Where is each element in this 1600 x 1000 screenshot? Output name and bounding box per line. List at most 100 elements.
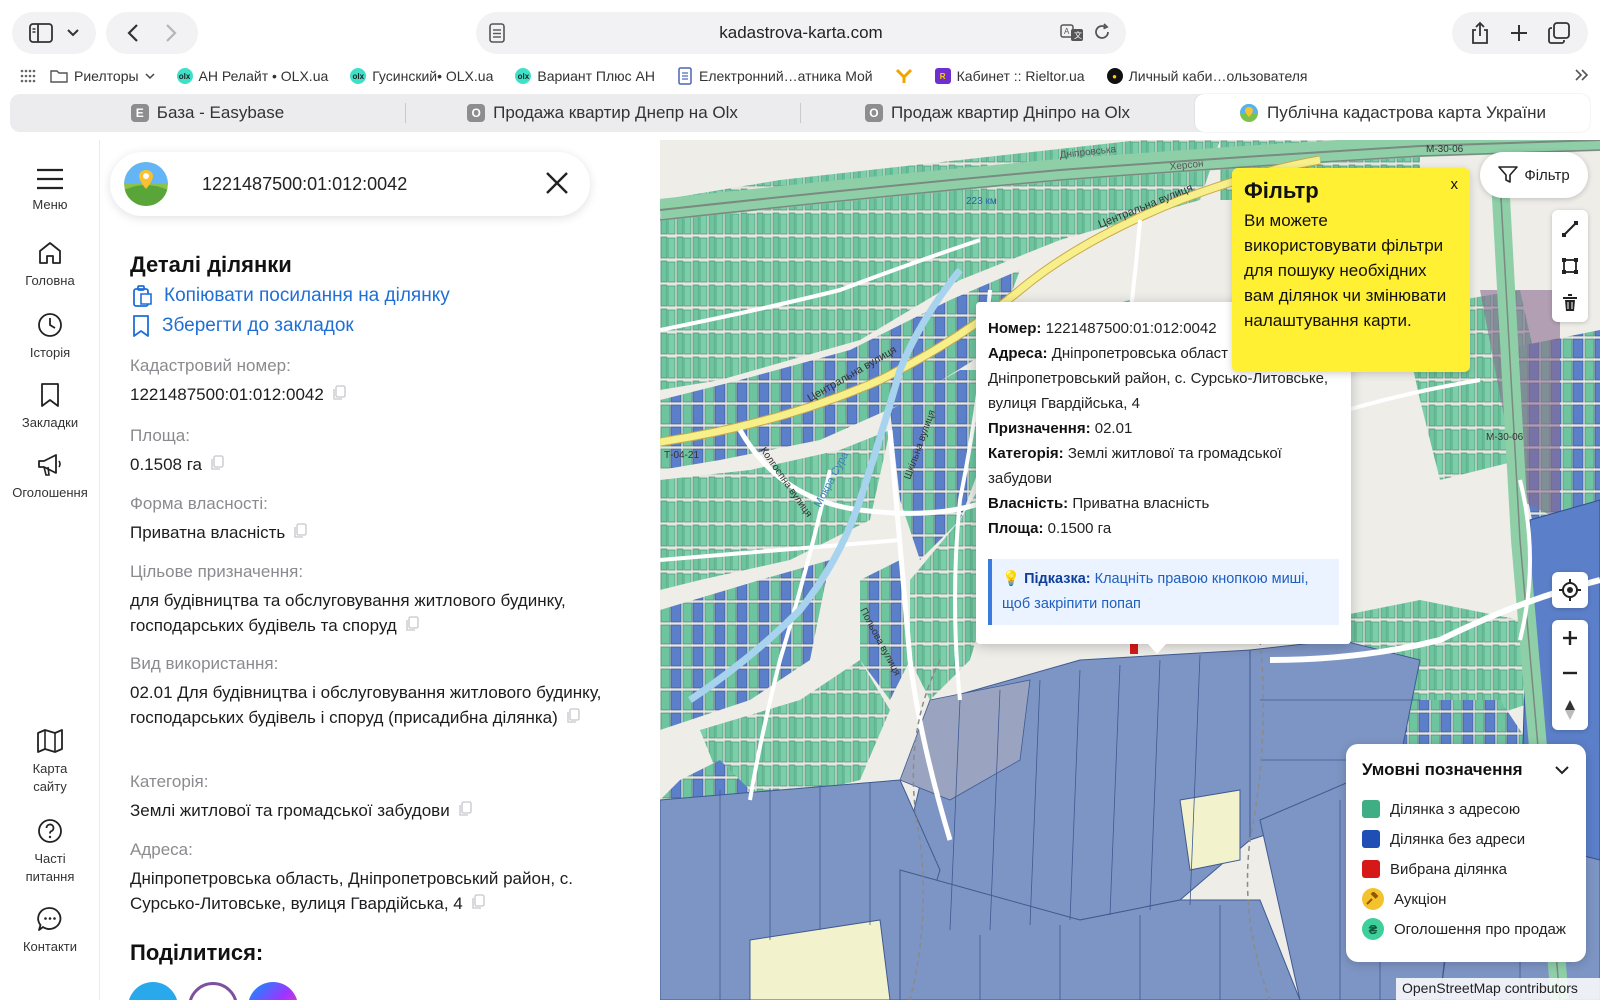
address-bar-actions: A文 xyxy=(1060,22,1112,42)
field-address: Адреса: Дніпропетровська область, Дніпро… xyxy=(130,840,630,917)
legend-item-auction: Аукціон xyxy=(1362,884,1570,914)
browser-toolbar: kadastrova-karta.com A文 xyxy=(0,0,1600,64)
rail-home[interactable]: Головна xyxy=(0,240,100,290)
copy-icon[interactable] xyxy=(210,453,224,478)
copy-icon[interactable] xyxy=(471,892,485,917)
search-input[interactable]: 1221487500:01:012:0042 xyxy=(202,174,407,195)
draw-line-icon[interactable] xyxy=(1561,220,1579,238)
viber-share-button[interactable] xyxy=(188,982,238,1000)
page-menu-icon[interactable] xyxy=(488,23,506,43)
svg-text:A: A xyxy=(1064,27,1070,36)
crosshair-icon xyxy=(1559,579,1581,601)
hryvnia-icon: ₴ xyxy=(1362,918,1384,940)
details-title: Деталі ділянки xyxy=(130,252,292,277)
chevron-down-icon[interactable] xyxy=(1554,765,1570,775)
map-label-m3006: М-30-06 xyxy=(1426,144,1464,155)
copy-icon[interactable] xyxy=(566,706,580,731)
bookmark-item[interactable]: olx АН Релайт • OLX.ua xyxy=(176,68,328,84)
tooltip-close-button[interactable]: x xyxy=(1451,176,1459,193)
bookmark-folder-realtors[interactable]: Риелторы xyxy=(50,68,155,84)
field-usage-type: Вид використання: 02.01 Для будівництва … xyxy=(130,654,630,731)
funnel-icon xyxy=(1498,166,1519,184)
bookmark-item[interactable]: Електронний…атника Мой xyxy=(677,67,873,85)
legend-item-sale: ₴ Оголошення про продаж xyxy=(1362,914,1570,944)
sidebar-icon[interactable] xyxy=(28,23,53,43)
copy-icon[interactable] xyxy=(332,383,346,408)
copy-icon[interactable] xyxy=(405,614,419,639)
new-tab-icon[interactable] xyxy=(1509,23,1529,43)
home-icon xyxy=(37,240,63,266)
rail-contacts[interactable]: Контакти xyxy=(0,906,100,956)
bookmark-item[interactable]: R Кабинет :: Rieltor.ua xyxy=(934,68,1085,84)
navigation-group xyxy=(106,12,198,54)
legend-swatch xyxy=(1362,830,1380,848)
url-text[interactable]: kadastrova-karta.com xyxy=(719,23,882,43)
lightbulb-icon: 💡 xyxy=(1002,571,1021,587)
hammer-icon xyxy=(1362,888,1384,910)
circle-logo-icon: ● xyxy=(1106,68,1123,84)
drawing-tools xyxy=(1552,210,1588,322)
clock-icon xyxy=(37,312,63,338)
parcel-details-panel: 1221487500:01:012:0042 Деталі ділянки Ко… xyxy=(100,140,660,1000)
tab-olx-dnepr[interactable]: O Продажа квартир Днепр на Olx xyxy=(405,94,800,132)
field-cadastral-number: Кадастровий номер: 1221487500:01:012:004… xyxy=(130,356,630,408)
olx-icon: olx xyxy=(176,68,193,84)
more-bookmarks-icon[interactable] xyxy=(1574,68,1590,82)
tab-olx-dnipro[interactable]: O Продаж квартир Дніпро на Olx xyxy=(800,94,1195,132)
back-icon[interactable] xyxy=(126,23,140,43)
tab-bar: E База - Easybase O Продажа квартир Днеп… xyxy=(10,94,1590,132)
save-bookmark-button[interactable]: Зберегти до закладок xyxy=(130,314,354,338)
rail-bookmarks[interactable]: Закладки xyxy=(0,382,100,432)
translate-icon[interactable]: A文 xyxy=(1060,22,1084,42)
bookmark-item[interactable]: olx Гусинский• OLX.ua xyxy=(350,68,493,84)
tab-overview-icon[interactable] xyxy=(1548,22,1571,44)
tab-easybase[interactable]: E База - Easybase xyxy=(10,94,405,132)
draw-polygon-icon[interactable] xyxy=(1561,257,1579,275)
filter-tooltip: x Фільтр Ви можете використовувати фільт… xyxy=(1232,168,1470,372)
site-logo-icon xyxy=(124,162,168,206)
olx-icon: olx xyxy=(350,68,367,84)
sidebar-toggle-group[interactable] xyxy=(12,12,96,54)
filter-button[interactable]: Фільтр xyxy=(1480,152,1588,198)
bookmark-icon xyxy=(130,314,152,338)
close-icon[interactable] xyxy=(542,168,572,198)
zoom-out-icon[interactable] xyxy=(1561,664,1579,682)
bookmarks-bar: Риелторы olx АН Релайт • OLX.ua olx Гуси… xyxy=(0,64,1600,88)
bookmark-item[interactable] xyxy=(895,68,913,84)
document-icon xyxy=(677,67,693,85)
map-attribution[interactable]: OpenStreetMap contributors xyxy=(1396,978,1600,1000)
reload-icon[interactable] xyxy=(1092,22,1112,42)
bookmark-item[interactable]: olx Вариант Плюс АН xyxy=(515,68,655,84)
forward-icon[interactable] xyxy=(164,23,178,43)
trash-icon[interactable] xyxy=(1562,294,1578,312)
map-favicon-icon xyxy=(1239,103,1259,123)
apps-grid-icon[interactable] xyxy=(20,69,36,83)
zoom-controls xyxy=(1552,620,1588,730)
chevron-down-icon[interactable] xyxy=(66,28,80,38)
address-bar[interactable]: kadastrova-karta.com A文 xyxy=(476,12,1126,54)
tooltip-text: Ви можете використовувати фільтри для по… xyxy=(1244,211,1447,330)
zoom-in-icon[interactable] xyxy=(1561,629,1579,647)
search-card[interactable]: 1221487500:01:012:0042 xyxy=(110,152,590,216)
messenger-share-button[interactable] xyxy=(248,982,298,1000)
bookmark-item[interactable]: ● Личный каби…ользователя xyxy=(1106,68,1308,84)
compass-icon[interactable] xyxy=(1563,699,1577,721)
chat-icon xyxy=(37,906,63,932)
yellow-logo-icon xyxy=(895,68,913,84)
legend-swatch xyxy=(1362,860,1380,878)
legend-item-selected: Вибрана ділянка xyxy=(1362,854,1570,884)
rail-faq[interactable]: Часті питання xyxy=(0,818,100,886)
rail-menu[interactable]: Меню xyxy=(0,168,100,214)
share-icon[interactable] xyxy=(1470,21,1490,45)
map-label-m3006-2: М-30-06 xyxy=(1486,432,1524,443)
telegram-share-button[interactable] xyxy=(128,982,178,1000)
copy-icon[interactable] xyxy=(458,799,472,824)
rail-ads[interactable]: Оголошення xyxy=(0,452,100,502)
rail-history[interactable]: Історія xyxy=(0,312,100,362)
copy-link-button[interactable]: Копіювати посилання на ділянку xyxy=(130,284,450,308)
copy-icon[interactable] xyxy=(293,521,307,546)
locate-me-button[interactable] xyxy=(1552,572,1588,608)
tab-cadastral-map[interactable]: Публічна кадастрова карта України xyxy=(1195,94,1590,132)
field-area: Площа: 0.1508 га xyxy=(130,426,630,478)
rail-sitemap[interactable]: Карта сайту xyxy=(0,728,100,796)
